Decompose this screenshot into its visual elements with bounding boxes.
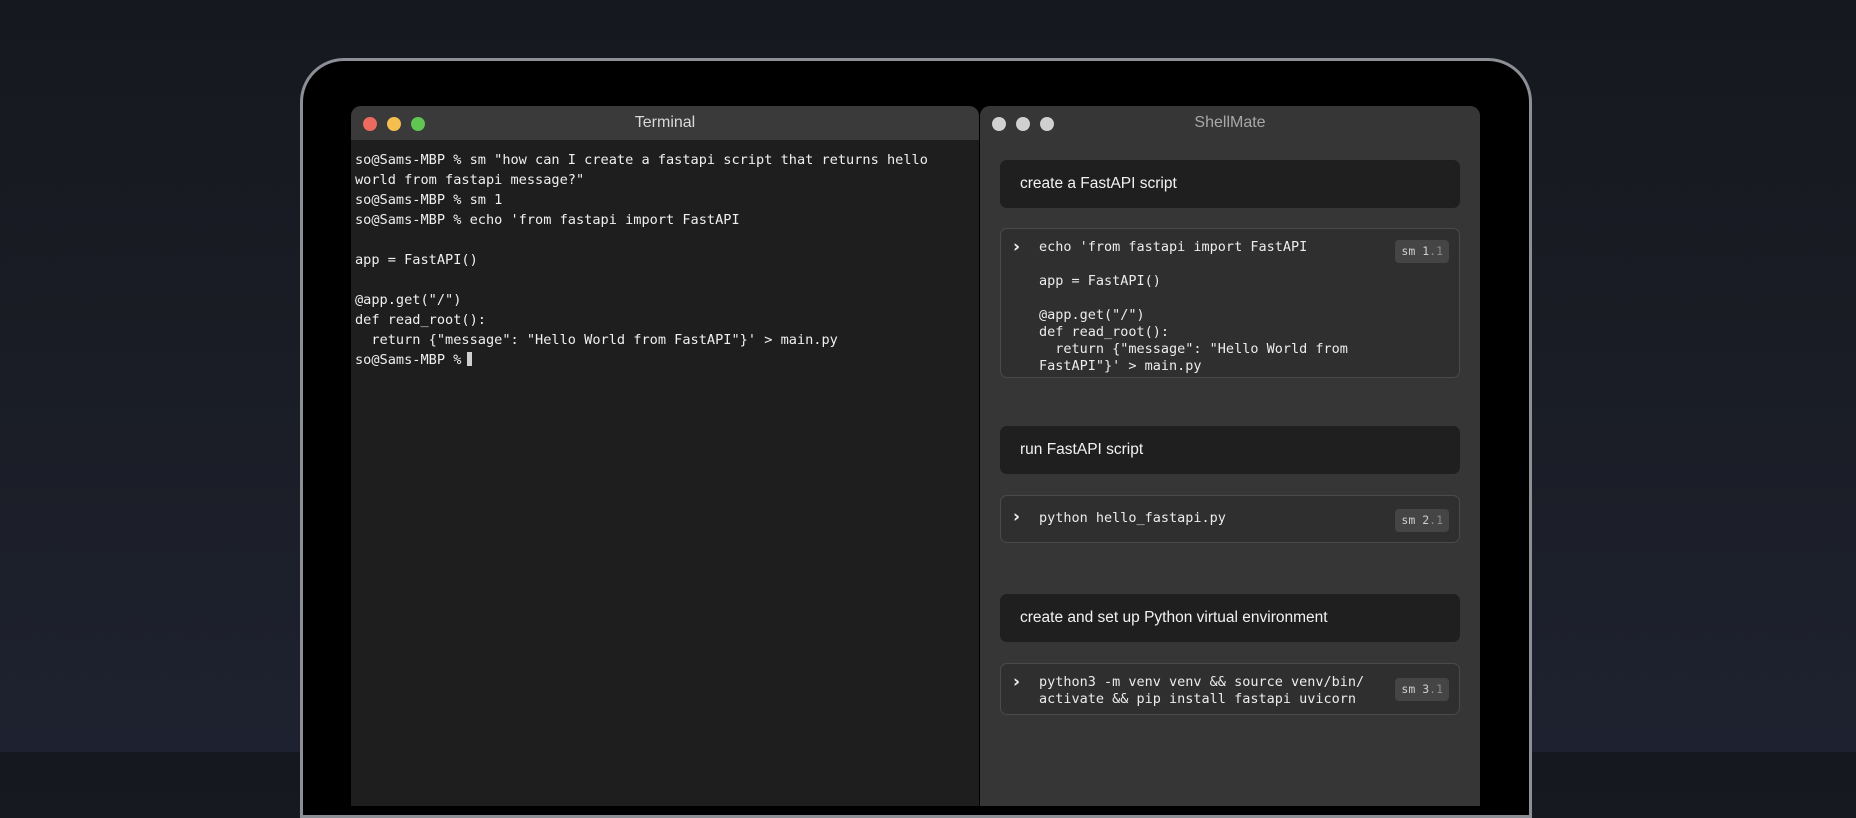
- terminal-line: so@Sams-MBP % sm 1: [355, 192, 503, 208]
- terminal-line: return {"message": "Hello World from Fas…: [355, 332, 838, 348]
- window-controls: [992, 117, 1054, 131]
- shortcut-badge: sm 1.1: [1395, 240, 1449, 263]
- command-card[interactable]: › echo 'from fastapi import FastAPI app …: [1000, 228, 1460, 378]
- command-text: echo 'from fastapi import FastAPI app = …: [1039, 239, 1348, 374]
- terminal-line: @app.get("/"): [355, 292, 462, 308]
- maximize-button[interactable]: [1040, 117, 1054, 131]
- shortcut-badge: sm 2.1: [1395, 509, 1449, 532]
- minimize-button[interactable]: [1016, 117, 1030, 131]
- terminal-line: app = FastAPI(): [355, 252, 478, 268]
- suggestion-title: run FastAPI script: [1000, 426, 1460, 474]
- terminal-titlebar[interactable]: Terminal: [351, 106, 979, 140]
- terminal-line: so@Sams-MBP % echo 'from fastapi import …: [355, 212, 740, 228]
- shellmate-titlebar[interactable]: ShellMate: [980, 106, 1480, 140]
- shellmate-window[interactable]: ShellMate create a FastAPI script › echo…: [980, 106, 1480, 806]
- close-button[interactable]: [363, 117, 377, 131]
- suggestion-title: create a FastAPI script: [1000, 160, 1460, 208]
- command-text: python3 -m venv venv && source venv/bin/…: [1039, 674, 1365, 707]
- terminal-prompt: so@Sams-MBP %: [355, 352, 462, 368]
- chevron-right-icon[interactable]: ›: [1013, 509, 1020, 526]
- maximize-button[interactable]: [411, 117, 425, 131]
- chevron-right-icon[interactable]: ›: [1013, 239, 1020, 256]
- command-text: python hello_fastapi.py: [1039, 510, 1226, 526]
- command-card[interactable]: › python3 -m venv venv && source venv/bi…: [1000, 663, 1460, 715]
- terminal-line: so@Sams-MBP % sm "how can I create a fas…: [355, 152, 928, 168]
- command-card[interactable]: › python hello_fastapi.py sm 2.1: [1000, 495, 1460, 543]
- minimize-button[interactable]: [387, 117, 401, 131]
- shortcut-badge: sm 3.1: [1395, 678, 1449, 701]
- chevron-right-icon[interactable]: ›: [1013, 674, 1020, 691]
- close-button[interactable]: [992, 117, 1006, 131]
- suggestion-title: create and set up Python virtual environ…: [1000, 594, 1460, 642]
- terminal-line: world from fastapi message?": [355, 172, 585, 188]
- terminal-output[interactable]: so@Sams-MBP % sm "how can I create a fas…: [351, 140, 979, 370]
- window-controls: [363, 117, 425, 131]
- terminal-line: def read_root():: [355, 312, 486, 328]
- terminal-prompt-line[interactable]: so@Sams-MBP %: [355, 350, 975, 370]
- terminal-window[interactable]: Terminal so@Sams-MBP % sm "how can I cre…: [351, 106, 979, 806]
- text-cursor: [467, 352, 473, 366]
- shellmate-title: ShellMate: [1194, 114, 1266, 131]
- terminal-title: Terminal: [634, 114, 696, 131]
